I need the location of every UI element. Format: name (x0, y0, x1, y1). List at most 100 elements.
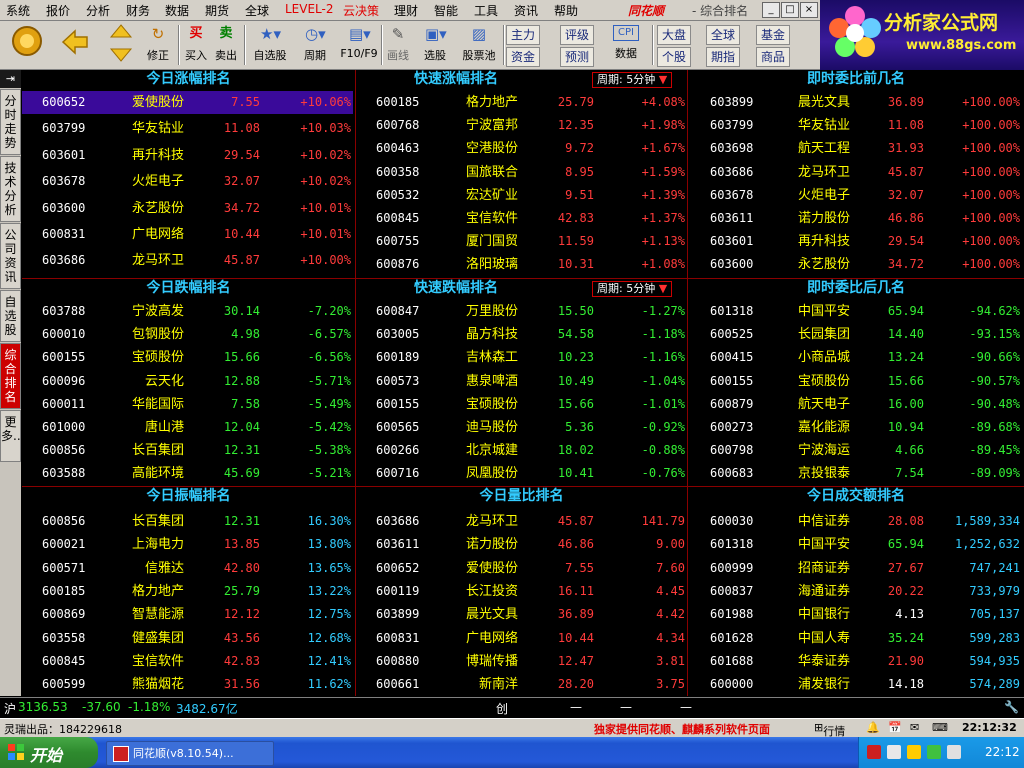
menu-level2[interactable]: LEVEL-2 (285, 2, 334, 16)
menu-data[interactable]: 数据 (165, 2, 189, 19)
minimize-button[interactable]: _ (762, 2, 780, 18)
menu-help[interactable]: 帮助 (554, 2, 578, 19)
table-row[interactable]: 600831 广电网络 10.44 4.34 (356, 627, 685, 650)
table-row[interactable]: 601000 唐山港 12.04 -5.42% (22, 416, 353, 439)
table-row[interactable]: 600573 惠泉啤酒 10.49 -1.04% (356, 370, 685, 393)
back-button[interactable] (56, 27, 94, 60)
table-row[interactable]: 600798 宁波海运 4.66 -89.45% (688, 439, 1022, 462)
stock-picker-button[interactable]: ▣▾ 选股 (418, 25, 452, 63)
table-row[interactable]: 600652 爱使股份 7.55 7.60 (356, 557, 685, 580)
table-row[interactable]: 600845 宝信软件 42.83 12.41% (22, 650, 353, 673)
period-button[interactable]: ◷▾ 周期 (296, 25, 334, 63)
bell-icon[interactable]: 🔔 (866, 721, 880, 734)
menu-smart[interactable]: 智能 (434, 2, 458, 19)
tab-timeshare[interactable]: 分时走势 (0, 89, 21, 155)
table-row[interactable]: 600358 国旅联合 8.95 +1.59% (356, 161, 685, 184)
commodity-button[interactable]: 商品 (756, 47, 791, 67)
maximize-button[interactable]: □ (781, 2, 799, 18)
table-row[interactable]: 600189 吉林森工 10.23 -1.16% (356, 346, 685, 369)
table-row[interactable]: 600021 上海电力 13.85 13.80% (22, 533, 353, 556)
table-row[interactable]: 603788 宁波高发 30.14 -7.20% (22, 300, 353, 323)
single-stock-button[interactable]: 个股 (657, 47, 692, 67)
calendar-icon[interactable]: 📅 (888, 721, 902, 734)
tray-security-icon[interactable] (907, 745, 921, 759)
index-futures-button[interactable]: 期指 (706, 47, 741, 67)
close-button[interactable]: × (800, 2, 818, 18)
table-row[interactable]: 600415 小商品城 13.24 -90.66% (688, 346, 1022, 369)
revise-button[interactable]: ↻ 修正 (142, 25, 174, 63)
table-row[interactable]: 600155 宝硕股份 15.66 -1.01% (356, 393, 685, 416)
table-row[interactable]: 600880 博瑞传播 12.47 3.81 (356, 650, 685, 673)
table-row[interactable]: 603611 诺力股份 46.86 9.00 (356, 533, 685, 556)
table-row[interactable]: 600879 航天电子 16.00 -90.48% (688, 393, 1022, 416)
menu-wealth[interactable]: 理财 (394, 2, 418, 19)
table-row[interactable]: 600652 爱使股份 7.55 +10.06% (22, 91, 353, 114)
table-row[interactable]: 600565 迪马股份 5.36 -0.92% (356, 416, 685, 439)
period-selector[interactable]: 周期: 5分钟 ▼ (592, 281, 673, 297)
stock-pool-button[interactable]: ▨ 股票池 (458, 25, 500, 63)
table-row[interactable]: 600755 厦门国贸 11.59 +1.13% (356, 230, 685, 253)
draw-line-button[interactable]: ✎ 画线 (384, 25, 412, 63)
table-row[interactable]: 603686 龙马环卫 45.87 141.79 (356, 510, 685, 533)
message-icon[interactable]: ✉ (910, 721, 919, 734)
table-row[interactable]: 600831 广电网络 10.44 +10.01% (22, 223, 353, 246)
tab-composite-rank[interactable]: 综合排名 (0, 343, 21, 409)
table-row[interactable]: 600845 宝信软件 42.83 +1.37% (356, 207, 685, 230)
table-row[interactable]: 603698 航天工程 31.93 +100.00% (688, 137, 1022, 160)
table-row[interactable]: 603600 永艺股份 34.72 +100.00% (688, 253, 1022, 276)
table-row[interactable]: 601688 华泰证券 21.90 594,935 (688, 650, 1022, 673)
market-button[interactable]: 大盘 (657, 25, 692, 45)
forecast-button[interactable]: 预测 (560, 47, 595, 67)
table-row[interactable]: 603686 龙马环卫 45.87 +100.00% (688, 161, 1022, 184)
capital-button[interactable]: 资金 (506, 47, 541, 67)
fund-button[interactable]: 基金 (756, 25, 791, 45)
tab-technical[interactable]: 技术分析 (0, 156, 21, 222)
table-row[interactable]: 600266 北京城建 18.02 -0.88% (356, 439, 685, 462)
f10-button[interactable]: ▤▾ F10/F9 (338, 25, 380, 60)
period-selector[interactable]: 周期: 5分钟 ▼ (592, 72, 673, 88)
table-row[interactable]: 601628 中国人寿 35.24 599,283 (688, 627, 1022, 650)
table-row[interactable]: 603799 华友钴业 11.08 +100.00% (688, 114, 1022, 137)
tray-volume-icon[interactable] (947, 745, 961, 759)
table-row[interactable]: 603005 晶方科技 54.58 -1.18% (356, 323, 685, 346)
menu-tools[interactable]: 工具 (474, 2, 498, 19)
table-row[interactable]: 600869 智慧能源 12.12 12.75% (22, 603, 353, 626)
market-status-button[interactable]: ⊞ 行情 (814, 721, 845, 738)
table-row[interactable]: 600768 宁波富邦 12.35 +1.98% (356, 114, 685, 137)
ad-text[interactable]: 独家提供同花顺、麒麟系列软件页面 (594, 721, 770, 737)
table-row[interactable]: 600876 洛阳玻璃 10.31 +1.08% (356, 253, 685, 276)
table-row[interactable]: 600185 格力地产 25.79 +4.08% (356, 91, 685, 114)
table-row[interactable]: 603899 晨光文具 36.89 +100.00% (688, 91, 1022, 114)
menu-finance[interactable]: 财务 (126, 2, 150, 19)
menu-quote[interactable]: 报价 (46, 2, 70, 19)
tab-watchlist[interactable]: 自选股 (0, 290, 21, 342)
table-row[interactable]: 603600 永艺股份 34.72 +10.01% (22, 197, 353, 220)
table-row[interactable]: 601318 中国平安 65.94 -94.62% (688, 300, 1022, 323)
table-row[interactable]: 603601 再升科技 29.54 +100.00% (688, 230, 1022, 253)
tab-company-news[interactable]: 公司资讯 (0, 223, 21, 289)
wrench-icon[interactable]: 🔧 (1004, 700, 1019, 714)
main-force-button[interactable]: 主力 (506, 25, 541, 45)
table-row[interactable]: 603799 华友钴业 11.08 +10.03% (22, 117, 353, 140)
table-row[interactable]: 600185 格力地产 25.79 13.22% (22, 580, 353, 603)
table-row[interactable]: 600856 长百集团 12.31 16.30% (22, 510, 353, 533)
buy-button[interactable]: 买 买入 (182, 25, 210, 63)
table-row[interactable]: 601988 中国银行 4.13 705,137 (688, 603, 1022, 626)
menu-system[interactable]: 系统 (6, 2, 30, 19)
watchlist-button[interactable]: ★▾ 自选股 (248, 25, 292, 63)
taskbar-app-item[interactable]: 同花顺(v8.10.54)... (106, 741, 274, 766)
up-down-buttons[interactable] (106, 23, 136, 66)
table-row[interactable]: 601318 中国平安 65.94 1,252,632 (688, 533, 1022, 556)
table-row[interactable]: 603611 诺力股份 46.86 +100.00% (688, 207, 1022, 230)
tray-shield-icon[interactable] (927, 745, 941, 759)
table-row[interactable]: 600463 空港股份 9.72 +1.67% (356, 137, 685, 160)
table-row[interactable]: 603601 再升科技 29.54 +10.02% (22, 144, 353, 167)
coin-button[interactable] (10, 25, 44, 60)
menu-futures[interactable]: 期货 (205, 2, 229, 19)
menu-global[interactable]: 全球 (245, 2, 269, 19)
table-row[interactable]: 600030 中信证券 28.08 1,589,334 (688, 510, 1022, 533)
table-row[interactable]: 600273 嘉化能源 10.94 -89.68% (688, 416, 1022, 439)
table-row[interactable]: 603588 高能环境 45.69 -5.21% (22, 462, 353, 485)
table-row[interactable]: 603678 火炬电子 32.07 +10.02% (22, 170, 353, 193)
table-row[interactable]: 603899 晨光文具 36.89 4.42 (356, 603, 685, 626)
